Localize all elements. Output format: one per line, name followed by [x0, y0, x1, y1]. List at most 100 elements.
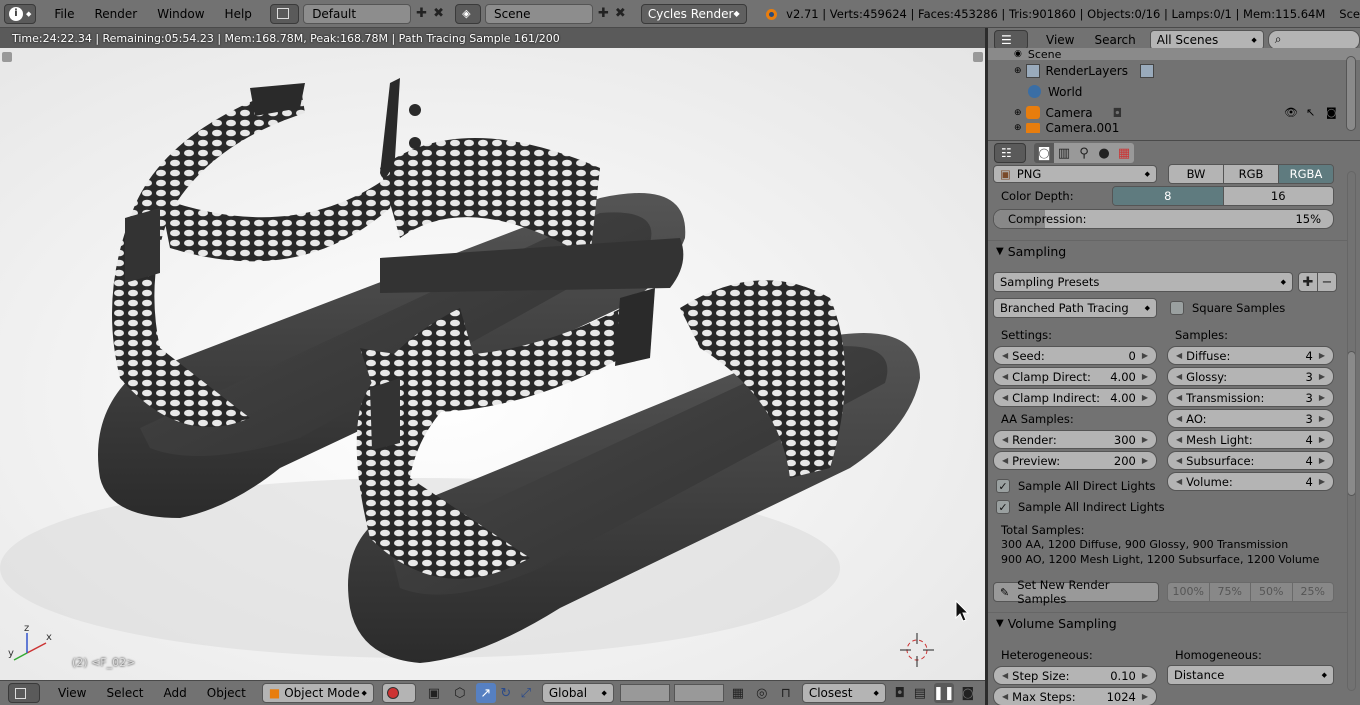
corner-handle-left[interactable]: [2, 52, 12, 62]
outliner-scrollbar[interactable]: [1346, 56, 1356, 131]
sampling-presets-select[interactable]: Sampling Presets ◆: [993, 272, 1293, 292]
diffuse-samples-field[interactable]: ◀ Diffuse: 4 ▶: [1167, 346, 1334, 365]
screen-layout-menu[interactable]: [269, 3, 300, 24]
percent-50-button[interactable]: 50%: [1251, 583, 1293, 601]
scale-icon[interactable]: ⤢: [516, 683, 536, 703]
opengl-render-icon[interactable]: ◘: [890, 683, 910, 703]
sampling-method-select[interactable]: Branched Path Tracing ◆: [993, 298, 1157, 318]
menu-help[interactable]: Help: [215, 7, 262, 21]
percent-25-button[interactable]: 25%: [1292, 583, 1333, 601]
transmission-samples-field[interactable]: ◀ Transmission: 3 ▶: [1167, 388, 1334, 407]
properties-scrollbar-track: [1347, 171, 1356, 691]
step-size-field[interactable]: ◀ Step Size: 0.10 ▶: [993, 666, 1157, 685]
editor-type-button[interactable]: [8, 683, 40, 703]
render-engine-select[interactable]: Cycles Render ◆: [640, 3, 747, 24]
render-samples-value: 300: [1113, 432, 1136, 447]
menu-render[interactable]: Render: [84, 7, 147, 21]
outliner-menu-view[interactable]: View: [1036, 33, 1084, 47]
color-mode-rgb[interactable]: RGB: [1224, 165, 1279, 183]
texture-context-icon[interactable]: ▦: [1114, 143, 1134, 163]
manipulator-toggle-icon[interactable]: ⬡: [450, 683, 470, 703]
outliner-menu-search[interactable]: Search: [1085, 33, 1146, 47]
mode-select[interactable]: ■ Object Mode ◆: [261, 683, 374, 703]
ao-samples-field[interactable]: ◀ AO: 3 ▶: [1167, 409, 1334, 428]
snap-icon[interactable]: ⊓: [776, 683, 796, 703]
compression-slider[interactable]: Compression: 15%: [993, 209, 1334, 229]
color-mode-bw[interactable]: BW: [1169, 165, 1224, 183]
visibility-eye-icon[interactable]: 👁: [1284, 106, 1298, 119]
selectability-cursor-icon[interactable]: ↖: [1306, 106, 1315, 119]
outliner-search-input[interactable]: ⌕: [1267, 29, 1360, 50]
outliner-row-world[interactable]: World: [988, 81, 1360, 102]
3d-viewport[interactable]: Time:24:22.34 | Remaining:05:54.23 | Mem…: [0, 28, 985, 680]
layers-grid-2[interactable]: [673, 684, 724, 702]
homogeneous-method-select[interactable]: Distance ◆: [1167, 665, 1334, 685]
remove-screen-icon[interactable]: ✖: [430, 4, 447, 24]
glossy-samples-field[interactable]: ◀ Glossy: 3 ▶: [1167, 367, 1334, 386]
menu-window[interactable]: Window: [147, 7, 214, 21]
properties-editor-type[interactable]: ☷: [994, 143, 1026, 163]
remove-preset-icon[interactable]: −: [1317, 272, 1337, 292]
renderability-camera-icon[interactable]: ◙: [1326, 106, 1337, 119]
add-scene-icon[interactable]: ✚: [595, 4, 612, 24]
percent-75-button[interactable]: 75%: [1209, 583, 1251, 601]
preview-samples-field[interactable]: ◀ Preview: 200 ▶: [993, 451, 1157, 470]
scene-browse-button[interactable]: ◈: [455, 3, 481, 24]
clamp-indirect-field[interactable]: ◀ Clamp Indirect: 4.00 ▶: [993, 388, 1157, 407]
outliner-editor-type[interactable]: ☰: [994, 29, 1029, 50]
shading-select[interactable]: [381, 683, 416, 703]
color-depth-16[interactable]: 16: [1223, 187, 1333, 205]
translate-icon[interactable]: ↗: [475, 683, 496, 703]
menu-add[interactable]: Add: [154, 686, 197, 700]
color-mode-rgba[interactable]: RGBA: [1279, 165, 1333, 183]
remove-scene-icon[interactable]: ✖: [612, 4, 629, 24]
max-steps-field[interactable]: ◀ Max Steps: 1024 ▶: [993, 687, 1157, 705]
outliner-row-scene[interactable]: ◉ Scene: [988, 48, 1360, 61]
snap-target-select[interactable]: Closest ◆: [801, 683, 886, 703]
orientation-select[interactable]: Global ◆: [541, 683, 614, 703]
proportional-edit-icon[interactable]: ◎: [752, 683, 772, 703]
rotate-icon[interactable]: ↻: [496, 683, 516, 703]
sampling-panel-header[interactable]: ▼ Sampling: [988, 240, 1348, 262]
render-layers-context-icon[interactable]: ▥: [1054, 143, 1074, 163]
outliner-row-camera001[interactable]: ⊕ Camera.001: [988, 123, 1360, 133]
sample-indirect-lights-checkbox[interactable]: ✓ Sample All Indirect Lights: [996, 500, 1165, 514]
subsurface-samples-field[interactable]: ◀ Subsurface: 4 ▶: [1167, 451, 1334, 470]
screen-layout-field[interactable]: Default: [303, 3, 412, 24]
layers-grid-1[interactable]: [619, 684, 670, 702]
sample-direct-lights-checkbox[interactable]: ✓ Sample All Direct Lights: [996, 479, 1155, 493]
render-samples-field[interactable]: ◀ Render: 300 ▶: [993, 430, 1157, 449]
menu-object[interactable]: Object: [197, 686, 256, 700]
render-context-icon[interactable]: ◙: [1034, 143, 1054, 163]
opengl-anim-icon[interactable]: ▤: [910, 683, 930, 703]
volume-samples-field[interactable]: ◀ Volume: 4 ▶: [1167, 472, 1334, 491]
info-editor-button[interactable]: i ◆: [4, 3, 37, 24]
corner-handle-right[interactable]: [973, 52, 983, 62]
set-render-samples-button[interactable]: ✎ Set New Render Samples: [993, 578, 1159, 606]
pause-icon[interactable]: ❚❚: [933, 683, 955, 703]
add-screen-icon[interactable]: ✚: [413, 4, 430, 24]
outliner-filter-select[interactable]: All Scenes ◆: [1149, 29, 1264, 50]
camera-icon[interactable]: ◙: [958, 683, 978, 703]
lock-layers-icon[interactable]: ▦: [728, 683, 748, 703]
pivot-icon[interactable]: ▣: [424, 683, 444, 703]
menu-select[interactable]: Select: [96, 686, 153, 700]
seed-field[interactable]: ◀ Seed: 0 ▶: [993, 346, 1157, 365]
menu-view[interactable]: View: [48, 686, 96, 700]
outliner-row-camera[interactable]: ⊕ Camera ◘ 👁 ↖ ◙: [988, 102, 1360, 123]
square-samples-checkbox[interactable]: Square Samples: [1170, 301, 1285, 315]
clamp-direct-field[interactable]: ◀ Clamp Direct: 4.00 ▶: [993, 367, 1157, 386]
world-context-icon[interactable]: ●: [1094, 143, 1114, 163]
world-icon: [1028, 85, 1041, 98]
clamp-indirect-value: 4.00: [1110, 390, 1136, 405]
add-preset-icon[interactable]: ✚: [1298, 272, 1318, 292]
mesh-light-samples-field[interactable]: ◀ Mesh Light: 4 ▶: [1167, 430, 1334, 449]
scene-context-icon[interactable]: ⚲: [1074, 143, 1094, 163]
file-format-select[interactable]: ▣ PNG ◆: [993, 165, 1157, 183]
percent-100-button[interactable]: 100%: [1168, 583, 1210, 601]
color-depth-8[interactable]: 8: [1113, 187, 1224, 205]
menu-file[interactable]: File: [44, 7, 84, 21]
scene-field[interactable]: Scene: [484, 3, 593, 24]
volume-sampling-panel-header[interactable]: ▼ Volume Sampling: [988, 612, 1348, 634]
outliner-row-renderlayers[interactable]: ⊕ RenderLayers: [988, 60, 1360, 81]
